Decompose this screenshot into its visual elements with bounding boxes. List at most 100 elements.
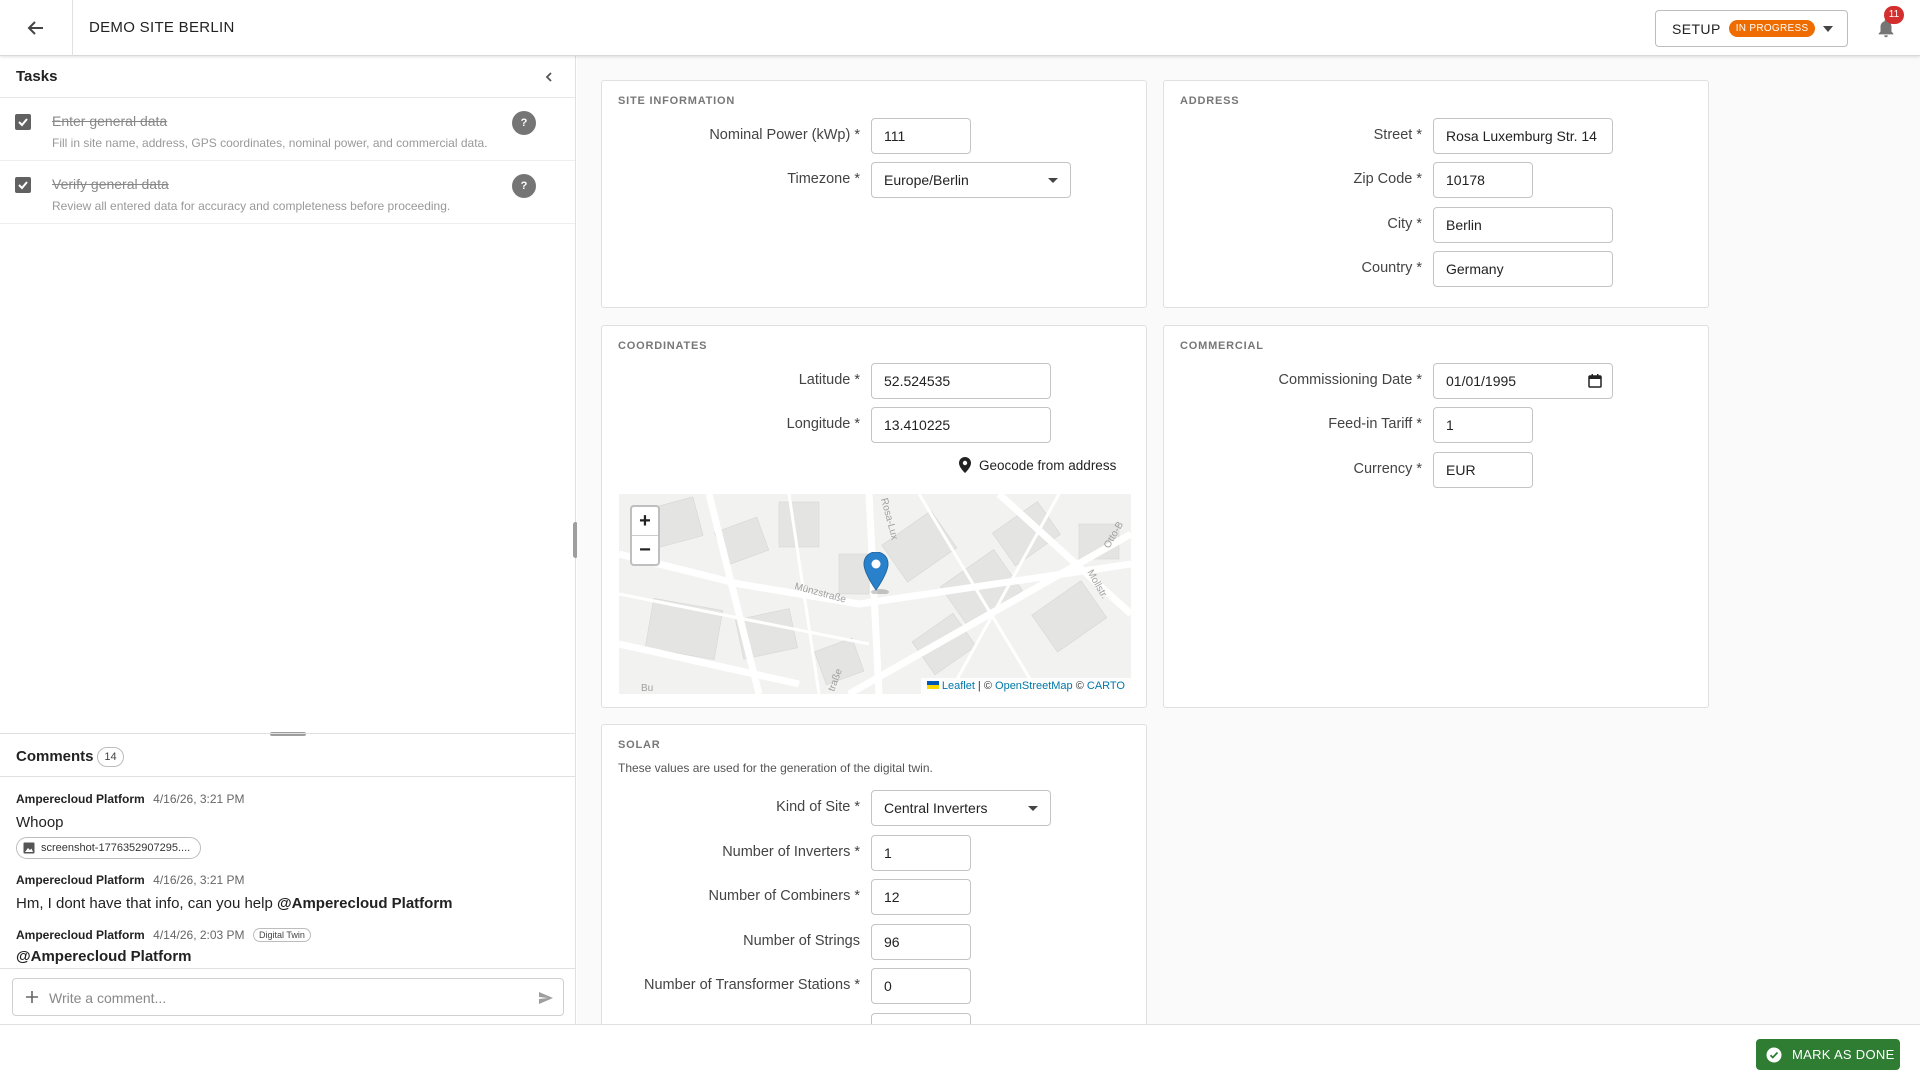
commercial-card: COMMERCIAL Commissioning Date * 01/01/19… bbox=[1163, 325, 1709, 708]
city-input[interactable] bbox=[1433, 207, 1613, 243]
task-description: Review all entered data for accuracy and… bbox=[52, 199, 451, 213]
comments-title: Comments bbox=[16, 748, 94, 765]
attachment-chip[interactable]: screenshot-1776352907295.... bbox=[16, 837, 202, 859]
back-button[interactable] bbox=[20, 12, 52, 44]
form-row: Number of Transformer Stations * bbox=[602, 968, 860, 1004]
attribution-separator: | © bbox=[974, 680, 996, 692]
arrow-left-icon bbox=[27, 21, 43, 35]
comment-mention[interactable]: @Amperecloud Platform bbox=[16, 948, 192, 965]
carto-link[interactable]: CARTO bbox=[1087, 680, 1125, 692]
plus-icon[interactable] bbox=[24, 989, 40, 1005]
task-help-button[interactable]: ? bbox=[512, 174, 536, 198]
comment-author: Amperecloud Platform bbox=[16, 792, 145, 806]
feed-in-tariff-label: Feed-in Tariff * bbox=[1328, 416, 1422, 432]
comment-item: Amperecloud Platform 4/14/26, 2:03 PM Di… bbox=[16, 926, 561, 965]
map-pin-icon[interactable] bbox=[863, 552, 889, 594]
city-label: City * bbox=[1387, 216, 1422, 232]
comment-text: Whoop bbox=[16, 814, 64, 831]
street-input[interactable] bbox=[1433, 118, 1613, 154]
ukraine-flag-icon bbox=[926, 681, 939, 689]
nominal-power-input[interactable] bbox=[871, 118, 971, 154]
timezone-select[interactable]: Europe/Berlin bbox=[871, 162, 1071, 198]
comment-time: 4/16/26, 3:21 PM bbox=[153, 873, 245, 887]
check-circle-icon bbox=[1766, 1047, 1782, 1062]
commissioning-date-input[interactable]: 01/01/1995 bbox=[1433, 363, 1613, 399]
osm-link[interactable]: OpenStreetMap bbox=[995, 680, 1073, 692]
collapse-panel-button[interactable] bbox=[540, 68, 558, 86]
timezone-value: Europe/Berlin bbox=[884, 172, 969, 188]
next-field-input[interactable] bbox=[871, 1013, 971, 1024]
site-information-card: SITE INFORMATION Nominal Power (kWp) * T… bbox=[601, 80, 1147, 308]
comment-body: Hm, I dont have that info, can you help … bbox=[16, 895, 561, 912]
zip-code-input[interactable] bbox=[1433, 162, 1533, 198]
kind-of-site-label: Kind of Site * bbox=[776, 799, 860, 815]
calendar-icon[interactable] bbox=[1588, 374, 1602, 388]
strings-input[interactable] bbox=[871, 924, 971, 960]
map-street-label: Bu bbox=[641, 683, 653, 694]
card-subtitle: These values are used for the generation… bbox=[618, 761, 933, 775]
longitude-label: Longitude * bbox=[786, 416, 860, 432]
solar-card: SOLAR These values are used for the gene… bbox=[601, 724, 1147, 1024]
comments-header: Comments 14 bbox=[0, 733, 576, 777]
form-row: Number of Strings bbox=[602, 924, 860, 960]
left-panel: Tasks Enter general data Fill in site na… bbox=[0, 56, 576, 1024]
commissioning-date-label: Commissioning Date * bbox=[1278, 372, 1422, 388]
task-title: Verify general data bbox=[52, 176, 169, 192]
country-input[interactable] bbox=[1433, 251, 1613, 287]
task-help-button[interactable]: ? bbox=[512, 111, 536, 135]
transformer-stations-input[interactable] bbox=[871, 968, 971, 1004]
form-row: Feed-in Tariff * bbox=[1164, 407, 1422, 443]
comment-composer bbox=[12, 978, 564, 1016]
form-row: Street * bbox=[1164, 118, 1422, 154]
currency-input[interactable] bbox=[1433, 452, 1533, 488]
form-row: Timezone * bbox=[602, 162, 860, 198]
setup-label: SETUP bbox=[1672, 20, 1721, 37]
comment-mention[interactable]: @Amperecloud Platform bbox=[277, 895, 453, 912]
inverters-input[interactable] bbox=[871, 835, 971, 871]
mark-as-done-label: MARK AS DONE bbox=[1792, 1047, 1895, 1062]
comment-time: 4/14/26, 2:03 PM bbox=[153, 928, 245, 942]
attribution-copy: © bbox=[1072, 680, 1087, 692]
latitude-input[interactable] bbox=[871, 363, 1051, 399]
combiners-input[interactable] bbox=[871, 879, 971, 915]
zoom-in-button[interactable]: + bbox=[632, 507, 658, 535]
form-row: Number of Inverters * bbox=[602, 835, 860, 871]
longitude-input[interactable] bbox=[871, 407, 1051, 443]
comment-input[interactable] bbox=[49, 987, 519, 1009]
tasks-header: Tasks bbox=[0, 56, 575, 98]
form-row: Country * bbox=[1164, 251, 1422, 287]
main-content: SITE INFORMATION Nominal Power (kWp) * T… bbox=[577, 56, 1920, 1024]
geocode-label: Geocode from address bbox=[979, 457, 1117, 473]
leaflet-link[interactable]: Leaflet bbox=[942, 680, 975, 692]
comment-tag: Digital Twin bbox=[253, 928, 311, 942]
form-row: Commissioning Date * bbox=[1164, 363, 1422, 399]
country-label: Country * bbox=[1361, 260, 1422, 276]
notification-count-badge: 11 bbox=[1884, 6, 1904, 24]
form-row: Zip Code * bbox=[1164, 162, 1422, 198]
street-label: Street * bbox=[1373, 127, 1422, 143]
map-attribution: Leaflet | © OpenStreetMap © CARTO bbox=[920, 678, 1131, 694]
comment-time: 4/16/26, 3:21 PM bbox=[153, 792, 245, 806]
send-icon[interactable] bbox=[537, 989, 555, 1007]
comment-author: Amperecloud Platform bbox=[16, 928, 145, 942]
map-view[interactable]: Münzstraße Mollstr. Otto-B Rosa-Lux Bu t… bbox=[619, 494, 1131, 694]
mark-as-done-button[interactable]: MARK AS DONE bbox=[1756, 1039, 1900, 1070]
kind-of-site-select[interactable]: Central Inverters bbox=[871, 790, 1051, 826]
comment-item: Amperecloud Platform 4/16/26, 3:21 PM Hm… bbox=[16, 871, 561, 912]
feed-in-tariff-input[interactable] bbox=[1433, 407, 1533, 443]
geocode-button[interactable]: Geocode from address bbox=[959, 457, 1116, 473]
timezone-label: Timezone * bbox=[787, 171, 860, 187]
inverters-label: Number of Inverters * bbox=[722, 844, 860, 860]
task-checkbox[interactable] bbox=[15, 177, 31, 193]
top-bar: DEMO SITE BERLIN SETUP IN PROGRESS 11 bbox=[0, 0, 1920, 56]
caret-down-icon bbox=[1823, 26, 1833, 32]
strings-label: Number of Strings bbox=[743, 933, 860, 949]
task-checkbox[interactable] bbox=[15, 114, 31, 130]
combiners-label: Number of Combiners * bbox=[708, 888, 861, 904]
setup-status-dropdown[interactable]: SETUP IN PROGRESS bbox=[1655, 10, 1848, 47]
latitude-label: Latitude * bbox=[798, 372, 860, 388]
zoom-out-button[interactable]: − bbox=[632, 535, 658, 563]
task-item: Verify general data Review all entered d… bbox=[0, 161, 575, 224]
check-icon bbox=[18, 181, 28, 190]
commissioning-date-value: 01/01/1995 bbox=[1446, 373, 1517, 389]
